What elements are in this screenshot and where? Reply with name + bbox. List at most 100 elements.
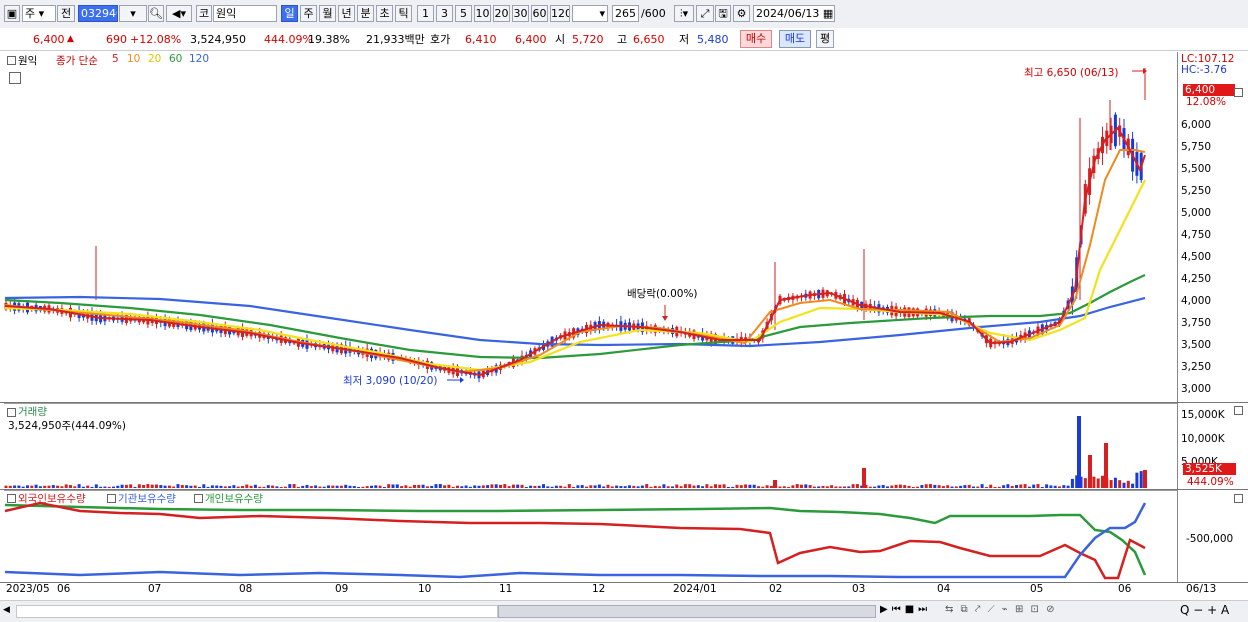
minute-option[interactable]: 1 [417, 5, 434, 22]
price-pane[interactable] [4, 52, 1177, 402]
playback-controls[interactable]: ▶⏮■⏭ [880, 604, 931, 615]
tab-second[interactable]: 초 [376, 5, 393, 22]
scroll-track[interactable] [16, 605, 498, 618]
volume-y-tick: 15,000K [1181, 409, 1225, 421]
turnover-rate: 19.38% [308, 33, 350, 46]
save-icon[interactable]: 🖫 [715, 5, 731, 22]
current-price: 6,400 [33, 33, 65, 46]
tab-month[interactable]: 월 [319, 5, 336, 22]
individual-legend[interactable]: 개인보유수량 [205, 491, 263, 506]
stock-code-input[interactable]: 032940 [78, 5, 118, 22]
tab-tick[interactable]: 틱 [395, 5, 412, 22]
holder-pane-collapse-icon[interactable] [7, 494, 16, 503]
high-price: 6,650 [633, 33, 665, 46]
ma60-legend[interactable]: 60 [169, 53, 182, 65]
grid-toggle-icon[interactable] [9, 72, 21, 84]
price-pane-stock-name: 원익 [18, 55, 38, 67]
x-label: 11 [499, 583, 513, 595]
sell-button[interactable]: 매도 [779, 30, 811, 48]
x-label: 02 [769, 583, 783, 595]
chart-menu-icon[interactable]: ▣ [4, 5, 20, 22]
volume-current-tag: 3,525K [1183, 463, 1236, 475]
y-tick: 6,000 [1181, 119, 1212, 131]
tab-week[interactable]: 주 [300, 5, 317, 22]
minute-option[interactable]: 3 [436, 5, 453, 22]
candle-type-icon[interactable]: ⫶▾ [674, 5, 694, 22]
stock-name-field[interactable]: 원익 [213, 5, 277, 22]
ma120-legend[interactable]: 120 [189, 53, 209, 65]
trade-volume: 3,524,950 [190, 33, 246, 46]
search-icon[interactable]: 🔍︎ [148, 5, 164, 22]
y-tick: 5,750 [1181, 141, 1212, 153]
y-tick: 5,000 [1181, 207, 1212, 219]
y-tick: 5,500 [1181, 163, 1212, 175]
buy-button[interactable]: 매수 [740, 30, 772, 48]
tab-day[interactable]: 일 [281, 5, 298, 22]
low-annotation: 최저 3,090 (10/20) [343, 375, 438, 387]
x-label: 06 [1118, 583, 1132, 595]
foreign-legend[interactable]: 외국인보유수량 [18, 491, 86, 506]
x-label: 03 [852, 583, 866, 595]
ma20-legend[interactable]: 20 [148, 53, 161, 65]
x-label: 12 [592, 583, 606, 595]
code-dropdown-icon[interactable]: ▾ [119, 5, 147, 22]
x-label: 07 [148, 583, 162, 595]
avg-button[interactable]: 평 [816, 30, 834, 48]
trade-amount: 21,933백만 [366, 33, 425, 46]
price-pane-close-icon[interactable] [1234, 88, 1243, 97]
holder-pane-close-icon[interactable] [1234, 494, 1243, 503]
minute-option[interactable]: 30 [512, 5, 529, 22]
institution-legend[interactable]: 기관보유수량 [118, 491, 176, 506]
compare-button[interactable]: 전 [57, 5, 75, 22]
pane-collapse-icon[interactable] [7, 56, 16, 65]
current-pct-tag: 12.08% [1186, 96, 1227, 108]
draw-tool-icon[interactable]: ⤢ [696, 5, 714, 22]
range-input[interactable]: 265 [612, 5, 639, 22]
calendar-icon[interactable]: ▦ [823, 7, 833, 20]
minute-option[interactable]: 10 [474, 5, 491, 22]
y-tick: 3,750 [1181, 317, 1212, 329]
holder-y-tick: -500,000 [1186, 533, 1234, 545]
tab-year[interactable]: 년 [338, 5, 355, 22]
custom-interval-select[interactable]: ▾ [572, 5, 608, 22]
legend-separator-icon [107, 494, 116, 503]
minute-option[interactable]: 5 [455, 5, 472, 22]
low-label: 저 [679, 33, 690, 46]
ma10-legend[interactable]: 10 [127, 53, 140, 65]
holder-pane[interactable] [4, 490, 1177, 583]
up-arrow-icon: ▲ [67, 34, 74, 44]
open-label: 시 [555, 33, 566, 46]
draw-tools-icon[interactable]: ⇆ ⧉ ⤤ ⟋ ⌁ ⊞ ⊡ ⊘ [945, 604, 1056, 615]
ma5-legend[interactable]: 5 [112, 53, 119, 65]
volume-summary: 3,524,950주(444.09%) [8, 420, 127, 432]
date-input[interactable]: 2024/06/13 ▦ [753, 5, 835, 22]
tab-minute[interactable]: 분 [357, 5, 374, 22]
sound-toggle-icon[interactable]: ◀▾ [166, 5, 192, 22]
legend-separator-icon [194, 494, 203, 503]
y-tick: 4,750 [1181, 229, 1212, 241]
y-tick: 3,250 [1181, 361, 1212, 373]
quote-bar: 6,400 ▲ 690 +12.08% 3,524,950 444.09% 19… [0, 28, 1248, 51]
volume-pane-close-icon[interactable] [1234, 406, 1243, 415]
x-label: 2024/01 [673, 583, 717, 595]
y-tick: 3,000 [1181, 383, 1212, 395]
ask-price: 6,410 [465, 33, 497, 46]
volume-pane-collapse-icon[interactable] [7, 408, 16, 417]
current-price-tag: 6,400 [1183, 84, 1236, 96]
hc-label: HC:-3.76 [1181, 64, 1227, 76]
high-annotation: 최고 6,650 (06/13) [1024, 67, 1119, 79]
x-label: 04 [937, 583, 951, 595]
x-label: 10 [418, 583, 432, 595]
minute-option[interactable]: 120 [550, 5, 570, 22]
volume-pane[interactable] [4, 403, 1177, 490]
settings-gear-icon[interactable]: ⚙ [733, 5, 750, 22]
y-tick: 4,000 [1181, 295, 1212, 307]
scroll-left-icon[interactable]: ◀ [3, 605, 10, 615]
minute-option[interactable]: 20 [493, 5, 510, 22]
high-label: 고 [617, 33, 628, 46]
zoom-controls[interactable]: Q − + A [1180, 603, 1229, 617]
period-type-select[interactable]: 주 ▾ [22, 5, 56, 22]
y-tick: 5,250 [1181, 185, 1212, 197]
minute-option[interactable]: 60 [531, 5, 548, 22]
scroll-thumb[interactable] [498, 605, 876, 618]
